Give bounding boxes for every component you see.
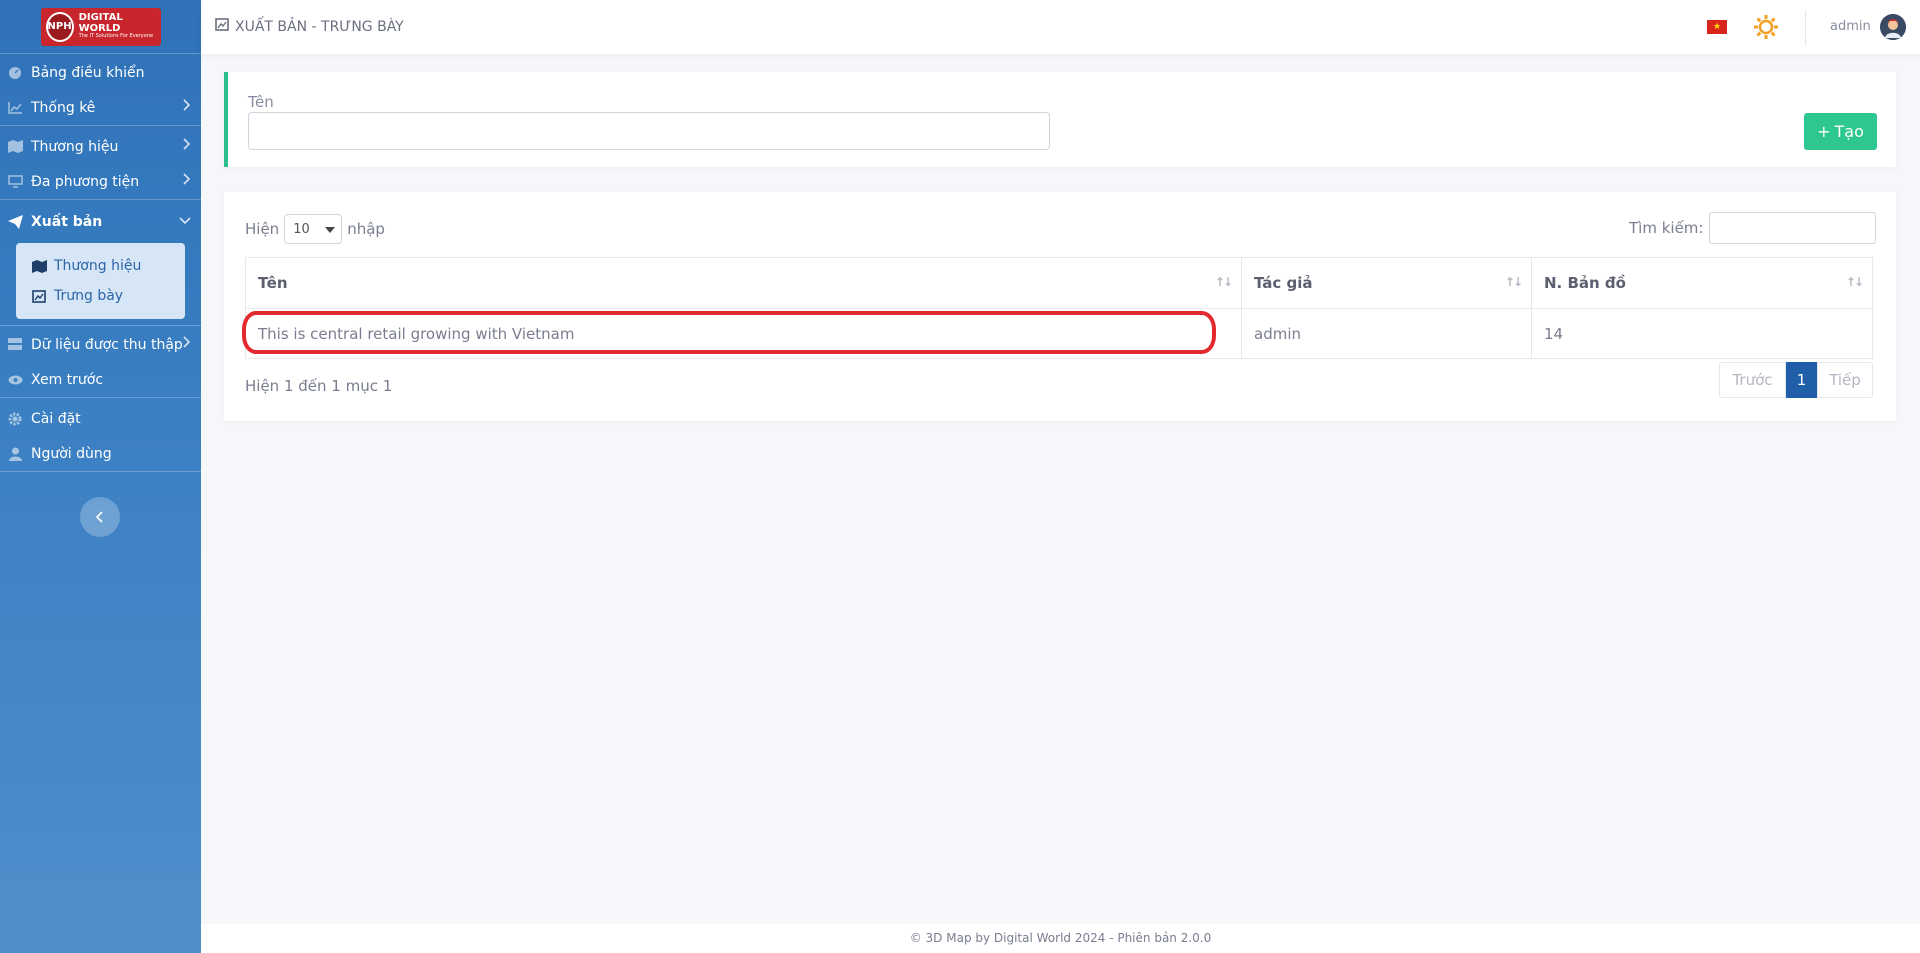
sidebar-item-dashboard[interactable]: Bảng điều khiển (0, 55, 201, 90)
top-bar: XUẤT BẢN - TRƯNG BÀY ★ admin (201, 0, 1920, 54)
create-form-card: Tên + Tạo (224, 72, 1896, 167)
sidebar-item-label: Người dùng (31, 445, 112, 462)
avatar[interactable] (1880, 14, 1906, 40)
page-size-value: 10 (293, 221, 310, 237)
name-label: Tên (248, 93, 274, 111)
language-flag-icon[interactable]: ★ (1707, 20, 1727, 34)
publish-submenu: Thương hiệu Trưng bày (16, 243, 185, 319)
table-row[interactable]: This is central retail growing with Viet… (245, 308, 1873, 359)
user-name[interactable]: admin (1830, 19, 1871, 34)
sidebar-item-users[interactable]: Người dùng (0, 436, 201, 471)
sidebar-item-preview[interactable]: Xem trước (0, 362, 201, 397)
sidebar-collapse-button[interactable] (80, 497, 120, 537)
next-page-button[interactable]: Tiếp (1817, 362, 1873, 398)
send-icon (7, 214, 23, 230)
image-icon (215, 18, 229, 35)
submenu-item-label: Trưng bày (54, 288, 124, 304)
table-info: Hiện 1 đến 1 mục 1 (245, 377, 393, 395)
search-input[interactable] (1709, 212, 1877, 244)
sidebar-item-statistics[interactable]: Thống kê (0, 90, 201, 125)
column-header-map-count[interactable]: N. Bản đồ ↑↓ (1531, 257, 1873, 309)
cell-author: admin (1241, 308, 1532, 359)
divider (0, 199, 201, 200)
chevron-down-icon (179, 213, 191, 229)
footer: © 3D Map by Digital World 2024 - Phiên b… (201, 924, 1920, 953)
sidebar-item-label: Thống kê (31, 99, 96, 116)
sidebar-item-settings[interactable]: Cài đặt (0, 401, 201, 436)
dashboard-icon (7, 65, 23, 81)
divider (0, 325, 201, 326)
cell-name[interactable]: This is central retail growing with Viet… (245, 308, 1242, 359)
logo-area: NPH DIGITAL WORLD The IT Solutions For E… (0, 0, 201, 54)
divider (0, 125, 201, 126)
chevron-right-icon (183, 138, 191, 154)
map-icon (32, 259, 48, 273)
sidebar-item-label: Xuất bản (31, 213, 103, 230)
page-number-button[interactable]: 1 (1786, 362, 1817, 398)
column-header-author[interactable]: Tác giả ↑↓ (1241, 257, 1532, 309)
sidebar-item-label: Đa phương tiện (31, 173, 140, 190)
divider (1805, 10, 1806, 46)
gear-icon (7, 411, 23, 427)
sidebar-item-brand[interactable]: Thương hiệu (0, 129, 201, 164)
caret-down-icon (325, 227, 336, 233)
database-icon (7, 337, 23, 353)
brand-logo[interactable]: NPH DIGITAL WORLD The IT Solutions For E… (40, 7, 161, 46)
brand-tagline: The IT Solutions For Everyone (78, 33, 154, 40)
page-size-select[interactable]: 10 (284, 214, 343, 244)
image-icon (32, 289, 48, 303)
search-label: Tìm kiếm: (1629, 219, 1704, 237)
sidebar-item-label: Xem trước (31, 371, 104, 388)
sidebar-item-collected-data[interactable]: Dữ liệu được thu thập (0, 327, 201, 362)
table-card: Hiện 10 nhập Tìm kiếm: Tên ↑↓ Tác giả ↑↓ N… (224, 192, 1896, 421)
data-table: Tên ↑↓ Tác giả ↑↓ N. Bản đồ ↑↓ This is cent… (245, 257, 1873, 359)
divider (0, 471, 201, 472)
sidebar-item-label: Bảng điều khiển (31, 64, 145, 81)
table-header-row: Tên ↑↓ Tác giả ↑↓ N. Bản đồ ↑↓ (245, 257, 1873, 309)
theme-toggle-icon[interactable] (1753, 14, 1779, 44)
show-suffix: nhập (347, 220, 385, 238)
map-icon (7, 139, 23, 155)
sidebar-item-publish[interactable]: Xuất bản (0, 204, 201, 239)
sort-icon: ↑↓ (1214, 275, 1233, 289)
eye-icon (7, 372, 23, 388)
sidebar-item-label: Cài đặt (31, 410, 81, 427)
chevron-right-icon (183, 336, 191, 352)
cell-map-count: 14 (1531, 308, 1873, 359)
table-search: Tìm kiếm: (1629, 212, 1877, 244)
sidebar-item-label: Thương hiệu (31, 138, 119, 155)
sidebar: NPH DIGITAL WORLD The IT Solutions For E… (0, 0, 201, 953)
pagination: Trước 1 Tiếp (1719, 362, 1873, 398)
sort-icon: ↑↓ (1504, 275, 1523, 289)
create-button-label: Tạo (1834, 122, 1864, 141)
monitor-icon (7, 174, 23, 190)
logo-badge: NPH (45, 11, 74, 42)
column-header-name[interactable]: Tên ↑↓ (245, 257, 1242, 309)
submenu-item-brand[interactable]: Thương hiệu (16, 251, 185, 281)
divider (0, 397, 201, 398)
prev-page-button[interactable]: Trước (1719, 362, 1786, 398)
name-input[interactable] (248, 112, 1050, 150)
sidebar-item-media[interactable]: Đa phương tiện (0, 164, 201, 199)
plus-icon: + (1817, 122, 1831, 141)
chart-icon (7, 100, 23, 116)
page-length-control: Hiện 10 nhập (245, 214, 385, 244)
chevron-right-icon (183, 173, 191, 189)
page-title-text: XUẤT BẢN - TRƯNG BÀY (235, 18, 404, 35)
sort-icon: ↑↓ (1845, 275, 1864, 289)
brand-name: DIGITAL WORLD (78, 12, 123, 34)
submenu-item-display[interactable]: Trưng bày (16, 281, 185, 311)
chevron-left-icon (96, 511, 103, 523)
page-title: XUẤT BẢN - TRƯNG BÀY (215, 18, 404, 35)
user-icon (7, 446, 23, 462)
show-prefix: Hiện (245, 220, 280, 238)
create-button[interactable]: + Tạo (1804, 113, 1877, 150)
chevron-right-icon (183, 99, 191, 115)
sidebar-item-label: Dữ liệu được thu thập (31, 336, 183, 353)
submenu-item-label: Thương hiệu (54, 258, 142, 274)
